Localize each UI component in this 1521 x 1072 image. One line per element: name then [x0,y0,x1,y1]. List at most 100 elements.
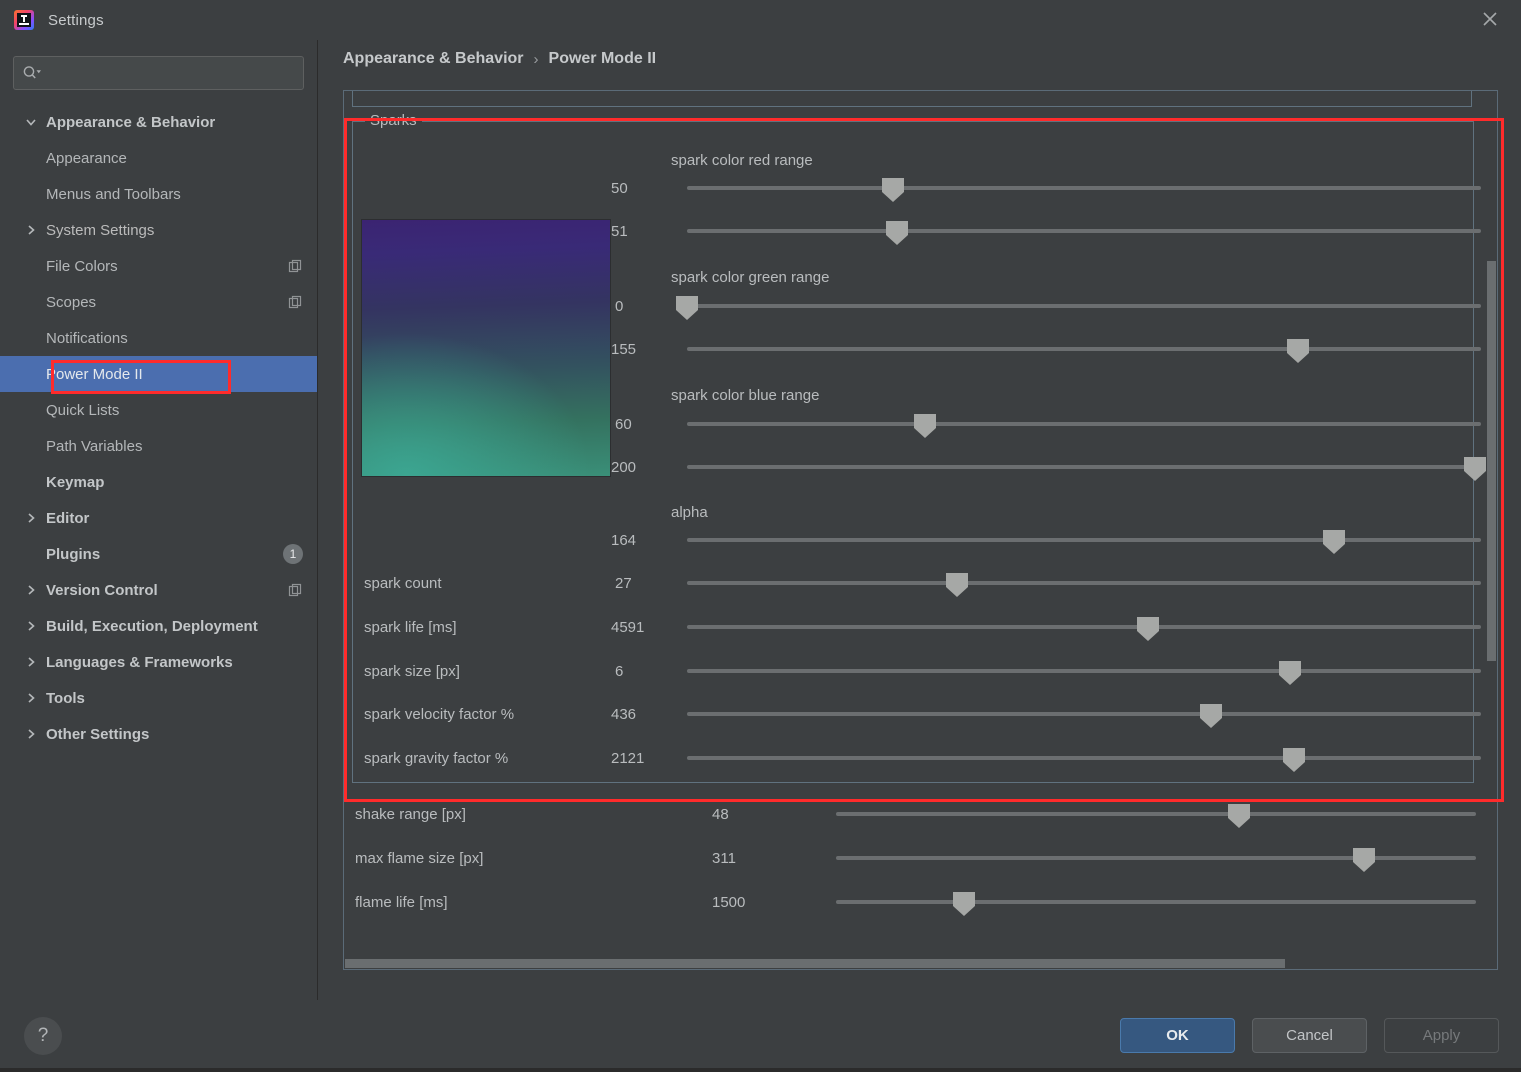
slider-track [687,538,1481,542]
slider-alpha[interactable] [687,530,1481,554]
chevron-right-icon[interactable] [24,583,46,597]
value-flame-life: 1500 [712,894,746,911]
slider-max-flame-size[interactable] [836,848,1476,872]
slider-flame-life[interactable] [836,892,1476,916]
sidebar-item-appearance[interactable]: Appearance [0,140,317,176]
sidebar-item-appearance-and-behavior[interactable]: Appearance & Behavior [0,104,317,140]
slider-blue-max[interactable] [687,457,1487,481]
slider-thumb[interactable] [676,296,698,320]
value-green-min: 0 [615,298,624,315]
sidebar-item-path-variables[interactable]: Path Variables [0,428,317,464]
sidebar-item-notifications[interactable]: Notifications [0,320,317,356]
apply-button: Apply [1384,1018,1499,1053]
label-max-flame-size: max flame size [px] [355,850,484,867]
search-field[interactable] [13,56,304,90]
chevron-right-icon[interactable] [24,655,46,669]
value-red-max: 51 [611,223,628,240]
slider-blue-min[interactable] [687,414,1481,438]
sidebar-item-version-control[interactable]: Version Control [0,572,317,608]
sidebar-item-label: Build, Execution, Deployment [46,617,258,635]
horizontal-scrollbar-thumb[interactable] [345,959,1285,968]
chevron-right-icon[interactable] [24,691,46,705]
slider-spark-gravity-factor[interactable] [687,748,1481,772]
chevron-right-icon[interactable] [24,619,46,633]
slider-red-max[interactable] [687,221,1481,245]
label-spark-velocity-factor: spark velocity factor % [364,706,515,723]
sidebar-item-other-settings[interactable]: Other Settings [0,716,317,752]
section-title-spark-color-blue-range: spark color blue range [671,387,820,404]
sidebar-item-languages-and-frameworks[interactable]: Languages & Frameworks [0,644,317,680]
search-input[interactable] [48,64,295,82]
slider-thumb[interactable] [945,573,968,597]
slider-thumb[interactable] [1136,617,1159,641]
sidebar-item-build-execution-deployment[interactable]: Build, Execution, Deployment [0,608,317,644]
slider-spark-count[interactable] [687,573,1481,597]
slider-track [687,581,1481,585]
help-icon[interactable]: ? [24,1017,62,1055]
sidebar-item-label: Power Mode II [46,365,143,383]
sidebar-item-quick-lists[interactable]: Quick Lists [0,392,317,428]
label-spark-size: spark size [px] [364,663,460,680]
sidebar-item-label: Languages & Frameworks [46,653,233,671]
value-green-max: 155 [611,341,637,358]
slider-thumb[interactable] [1228,804,1251,828]
slider-spark-velocity-factor[interactable] [687,704,1481,728]
slider-track [687,422,1481,426]
chevron-right-icon[interactable] [24,727,46,741]
slider-track [687,229,1481,233]
chevron-right-icon[interactable] [24,511,46,525]
slider-thumb[interactable] [1323,530,1346,554]
slider-thumb[interactable] [1200,704,1223,728]
slider-track [687,712,1481,716]
slider-spark-life[interactable] [687,617,1481,641]
copy-icon[interactable] [288,295,303,310]
sidebar-item-editor[interactable]: Editor [0,500,317,536]
sidebar-item-keymap[interactable]: Keymap [0,464,317,500]
slider-green-min[interactable] [676,296,1481,320]
sparks-group-title: Sparks [365,112,422,129]
slider-red-min[interactable] [687,178,1481,202]
breadcrumb-parent[interactable]: Appearance & Behavior [343,50,524,68]
sidebar-item-file-colors[interactable]: File Colors [0,248,317,284]
sidebar-item-scopes[interactable]: Scopes [0,284,317,320]
slider-spark-size[interactable] [687,661,1481,685]
slider-thumb[interactable] [1279,661,1302,685]
breadcrumb-current: Power Mode II [548,50,657,67]
slider-shake-range[interactable] [836,804,1476,828]
value-spark-count: 27 [615,575,632,592]
slider-thumb[interactable] [1464,457,1487,481]
slider-track [687,304,1481,308]
sidebar-item-power-mode-ii[interactable]: Power Mode II [0,356,317,392]
slider-thumb[interactable] [886,221,909,245]
sidebar-item-label: Notifications [46,329,128,347]
sidebar-item-system-settings[interactable]: System Settings [0,212,317,248]
vertical-scrollbar-thumb[interactable] [1487,261,1496,661]
sidebar-item-menus-and-toolbars[interactable]: Menus and Toolbars [0,176,317,212]
horizontal-scrollbar[interactable] [344,958,1497,969]
slider-thumb[interactable] [1283,748,1306,772]
vertical-scrollbar[interactable] [1486,91,1497,960]
title-bar: Settings [0,0,1521,40]
slider-thumb[interactable] [1353,848,1375,872]
ok-button[interactable]: OK [1120,1018,1235,1053]
slider-thumb[interactable] [882,178,905,202]
copy-icon[interactable] [288,583,303,598]
sidebar-item-label: System Settings [46,221,155,239]
chevron-down-icon[interactable] [24,115,46,129]
slider-track [687,186,1481,190]
value-spark-gravity-factor: 2121 [611,750,645,767]
sidebar-item-label: Quick Lists [46,401,120,419]
label-spark-gravity-factor: spark gravity factor % [364,750,509,767]
slider-green-max[interactable] [687,339,1481,363]
sidebar-item-plugins[interactable]: Plugins 1 [0,536,317,572]
slider-thumb[interactable] [1287,339,1310,363]
chevron-placeholder-icon [24,475,46,489]
slider-thumb[interactable] [953,892,975,916]
close-icon[interactable] [1467,2,1513,36]
sidebar-item-tools[interactable]: Tools [0,680,317,716]
copy-icon[interactable] [288,259,303,274]
slider-thumb[interactable] [914,414,937,438]
cancel-button[interactable]: Cancel [1252,1018,1367,1053]
chevron-right-icon[interactable] [24,223,46,237]
settings-scroll-pane[interactable]: Sparks spark color red range 50 51 spark… [343,90,1498,970]
